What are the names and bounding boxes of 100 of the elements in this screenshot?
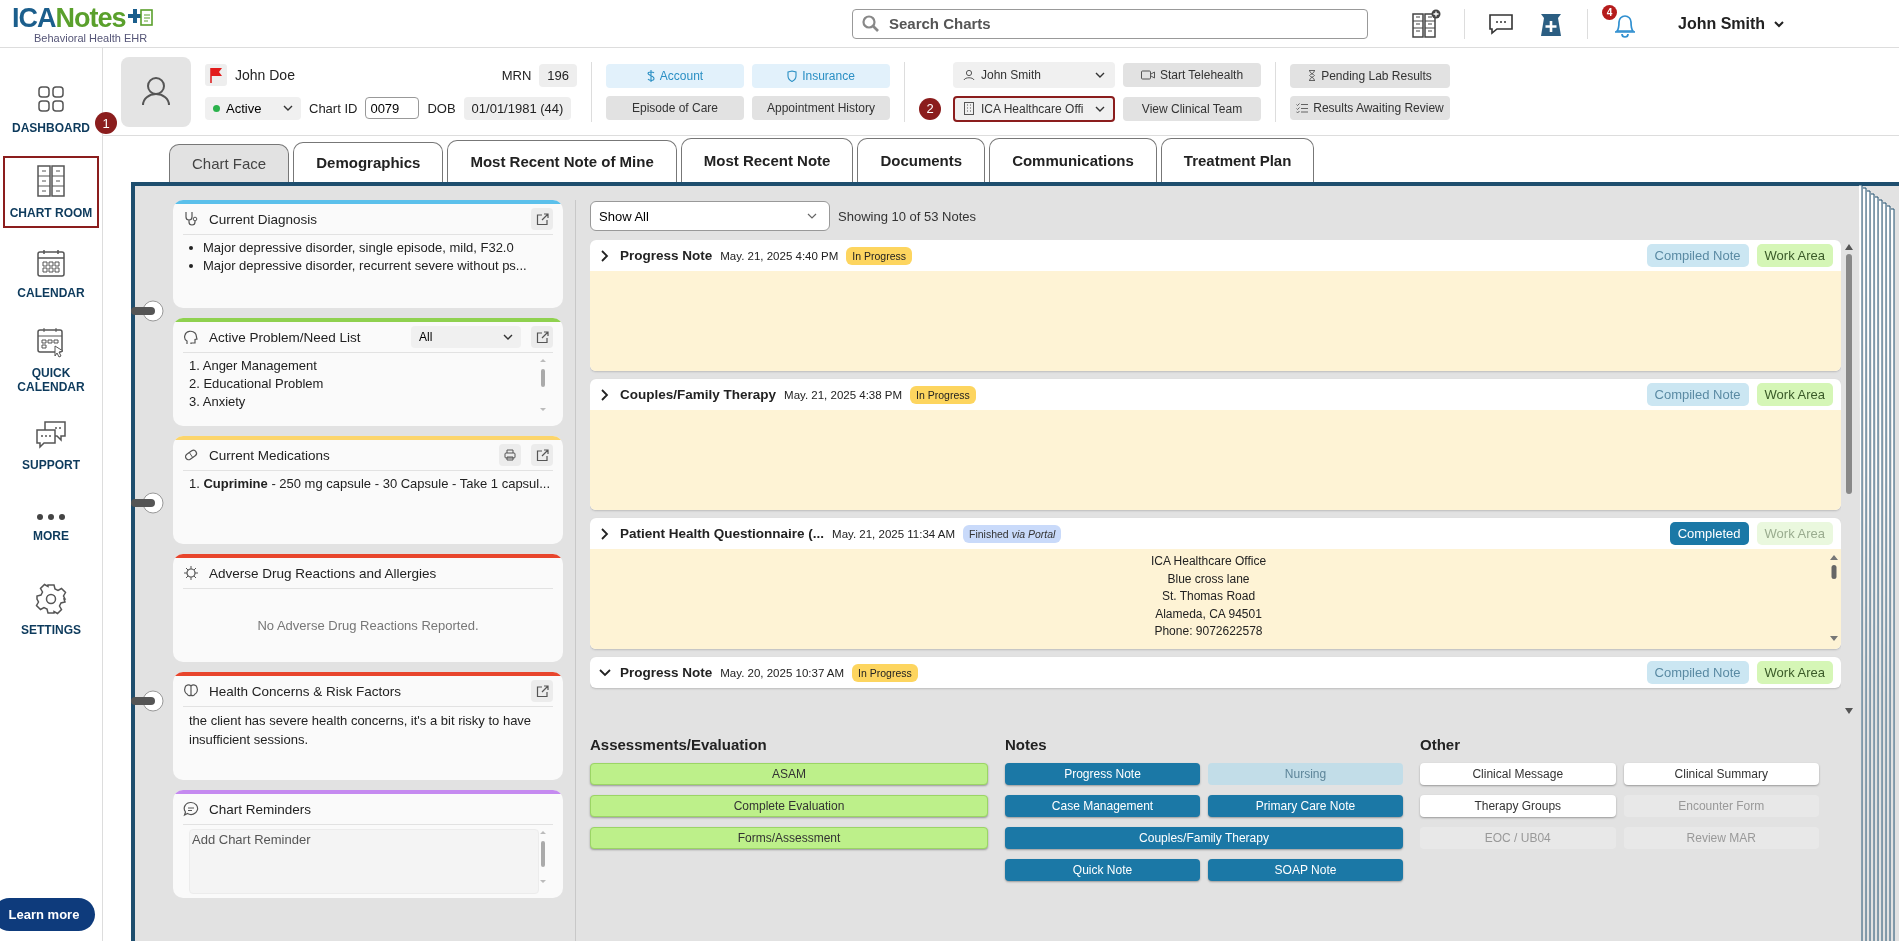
create-note-button[interactable]: Progress Note [1005, 763, 1200, 785]
note-title[interactable]: Progress Note [620, 665, 713, 680]
address-line: Alameda, CA 94501 [1155, 605, 1262, 623]
create-note-button[interactable]: ASAM [590, 763, 988, 785]
list-item: 1. Cuprimine - 250 mg capsule - 30 Capsule - Take 1 capsul... [189, 475, 551, 493]
diagnosis-item: Major depressive disorder, recurrent severe without ps... [203, 257, 527, 275]
list-item: 1. Anger Management [189, 357, 318, 375]
chart-tab[interactable]: Chart Face [169, 144, 290, 182]
learn-more-button[interactable]: Learn more [0, 898, 96, 931]
avatar-icon[interactable] [121, 56, 191, 127]
chart-tab[interactable]: Communications [989, 138, 1157, 182]
create-note-button[interactable]: Complete Evaluation [590, 795, 988, 817]
pending-lab-results-button[interactable]: Pending Lab Results [1290, 63, 1450, 88]
nav-item[interactable]: CHART ROOM [3, 156, 99, 228]
filter-select[interactable]: All [411, 326, 521, 348]
note-action-button[interactable]: Work Area [1756, 244, 1833, 267]
building-icon [963, 102, 975, 115]
note-date: May. 21, 2025 4:38 PM [784, 388, 903, 401]
status-badge: In Progress [852, 663, 918, 682]
logo[interactable]: ICANotes Behavioral Health EHR [12, 3, 572, 44]
search-icon [862, 14, 880, 33]
address-line: Blue cross lane [1167, 570, 1250, 588]
chart-tab[interactable]: Documents [857, 138, 986, 182]
create-note-button[interactable]: Clinical Message [1420, 763, 1616, 785]
status-select[interactable]: Active [205, 96, 301, 120]
chart-tab[interactable]: Most Recent Note of Mine [447, 140, 677, 182]
nav-item[interactable]: SUPPORT [3, 410, 99, 482]
person-icon [963, 68, 975, 81]
address-line: ICA Healthcare Office [1150, 553, 1267, 570]
hourglass-icon [1308, 70, 1317, 81]
brain-icon [183, 683, 199, 699]
episode-of-care-button[interactable]: Episode of Care [606, 95, 744, 120]
search-field[interactable]: Search Charts [852, 8, 1368, 39]
chat-bubbles-icon [35, 420, 67, 450]
bullet-icon [189, 264, 193, 268]
callout-marker: 2 [919, 97, 941, 120]
printer-icon [504, 449, 516, 461]
note-action-button[interactable]: Work Area [1756, 661, 1833, 684]
chart-tab[interactable]: Treatment Plan [1160, 138, 1315, 182]
cabinet-add-icon[interactable] [1410, 8, 1442, 39]
office-select[interactable]: ICA Healthcare Offi [953, 95, 1115, 122]
chevron-down-icon [1095, 70, 1105, 79]
bullet-icon [189, 246, 193, 250]
print-button[interactable] [499, 444, 521, 466]
dollar-icon [646, 69, 655, 82]
note-title[interactable]: Patient Health Questionnaire (... [620, 526, 825, 541]
nav-item[interactable]: CALENDAR [3, 238, 99, 310]
chat-icon[interactable] [1487, 11, 1515, 36]
flag-icon[interactable] [205, 64, 227, 86]
diagnosis-item: Major depressive disorder, single episode, mild, F32.0 [203, 239, 514, 257]
chevron-down-icon [283, 104, 293, 112]
create-note-button[interactable]: Forms/Assessment [590, 827, 988, 849]
checklist-icon [1296, 102, 1309, 113]
reminder-field[interactable]: Add Chart Reminder [189, 829, 539, 894]
chart-tab[interactable]: Demographics [293, 142, 444, 182]
status-dot-icon [213, 104, 220, 112]
note-date: May. 21, 2025 4:40 PM [720, 249, 839, 262]
status-badge: In Progress [910, 385, 976, 404]
create-note-button[interactable]: Therapy Groups [1420, 795, 1616, 817]
address-line: St. Thomas Road [1161, 588, 1256, 605]
list-item: 3. Anxiety [189, 393, 247, 411]
note-title[interactable]: Progress Note [620, 248, 713, 263]
nav-item[interactable]: QUICK CALENDAR [3, 320, 99, 400]
dob-label: DOB [427, 100, 456, 116]
clinician-select[interactable]: John Smith [953, 61, 1115, 88]
create-note-button[interactable]: Couples/Family Therapy [1005, 827, 1403, 849]
chevron-down-icon [1773, 18, 1786, 29]
notes-count: Showing 10 of 53 Notes [838, 208, 977, 224]
notes-filter-select[interactable]: Show All [590, 201, 830, 231]
patient-name: John Doe [235, 67, 295, 83]
note-action-button[interactable]: Work Area [1756, 383, 1833, 406]
external-link-icon [535, 212, 549, 226]
card-title: Health Concerns & Risk Factors [209, 683, 402, 699]
chart-id-field[interactable]: 0079 [365, 97, 420, 119]
view-clinical-team-button[interactable]: View Clinical Team [1123, 96, 1261, 121]
note-title[interactable]: Couples/Family Therapy [620, 387, 777, 402]
open-external-button[interactable] [531, 680, 553, 702]
user-menu[interactable]: John Smith [1672, 13, 1792, 34]
empty-message: No Adverse Drug Reactions Reported. [257, 618, 479, 633]
create-note-button[interactable]: Clinical Summary [1623, 763, 1819, 785]
create-note-button[interactable]: Primary Care Note [1208, 795, 1403, 817]
nav-item[interactable]: MORE [3, 492, 99, 564]
calendar-icon [36, 248, 66, 278]
start-telehealth-button[interactable]: Start Telehealth [1123, 62, 1261, 87]
open-external-button[interactable] [531, 326, 553, 348]
status-badge: Finished via Portal [963, 524, 1062, 543]
nav-item[interactable]: SETTINGS [3, 574, 99, 646]
appointment-history-button[interactable]: Appointment History [752, 95, 890, 120]
note-action-button[interactable]: Completed [1669, 522, 1749, 545]
open-external-button[interactable] [531, 208, 553, 230]
create-note-button[interactable]: SOAP Note [1208, 859, 1403, 881]
open-external-button[interactable] [531, 444, 553, 466]
chart-tab[interactable]: Most Recent Note [680, 138, 854, 182]
cabinet-icon [36, 164, 66, 198]
more-icon [36, 513, 66, 521]
results-awaiting-review-button[interactable]: Results Awaiting Review [1290, 95, 1450, 120]
callout-marker: 1 [95, 112, 117, 134]
create-note-button[interactable]: Case Management [1005, 795, 1200, 817]
create-note-button[interactable]: Quick Note [1005, 859, 1200, 881]
grid-icon [37, 85, 65, 113]
